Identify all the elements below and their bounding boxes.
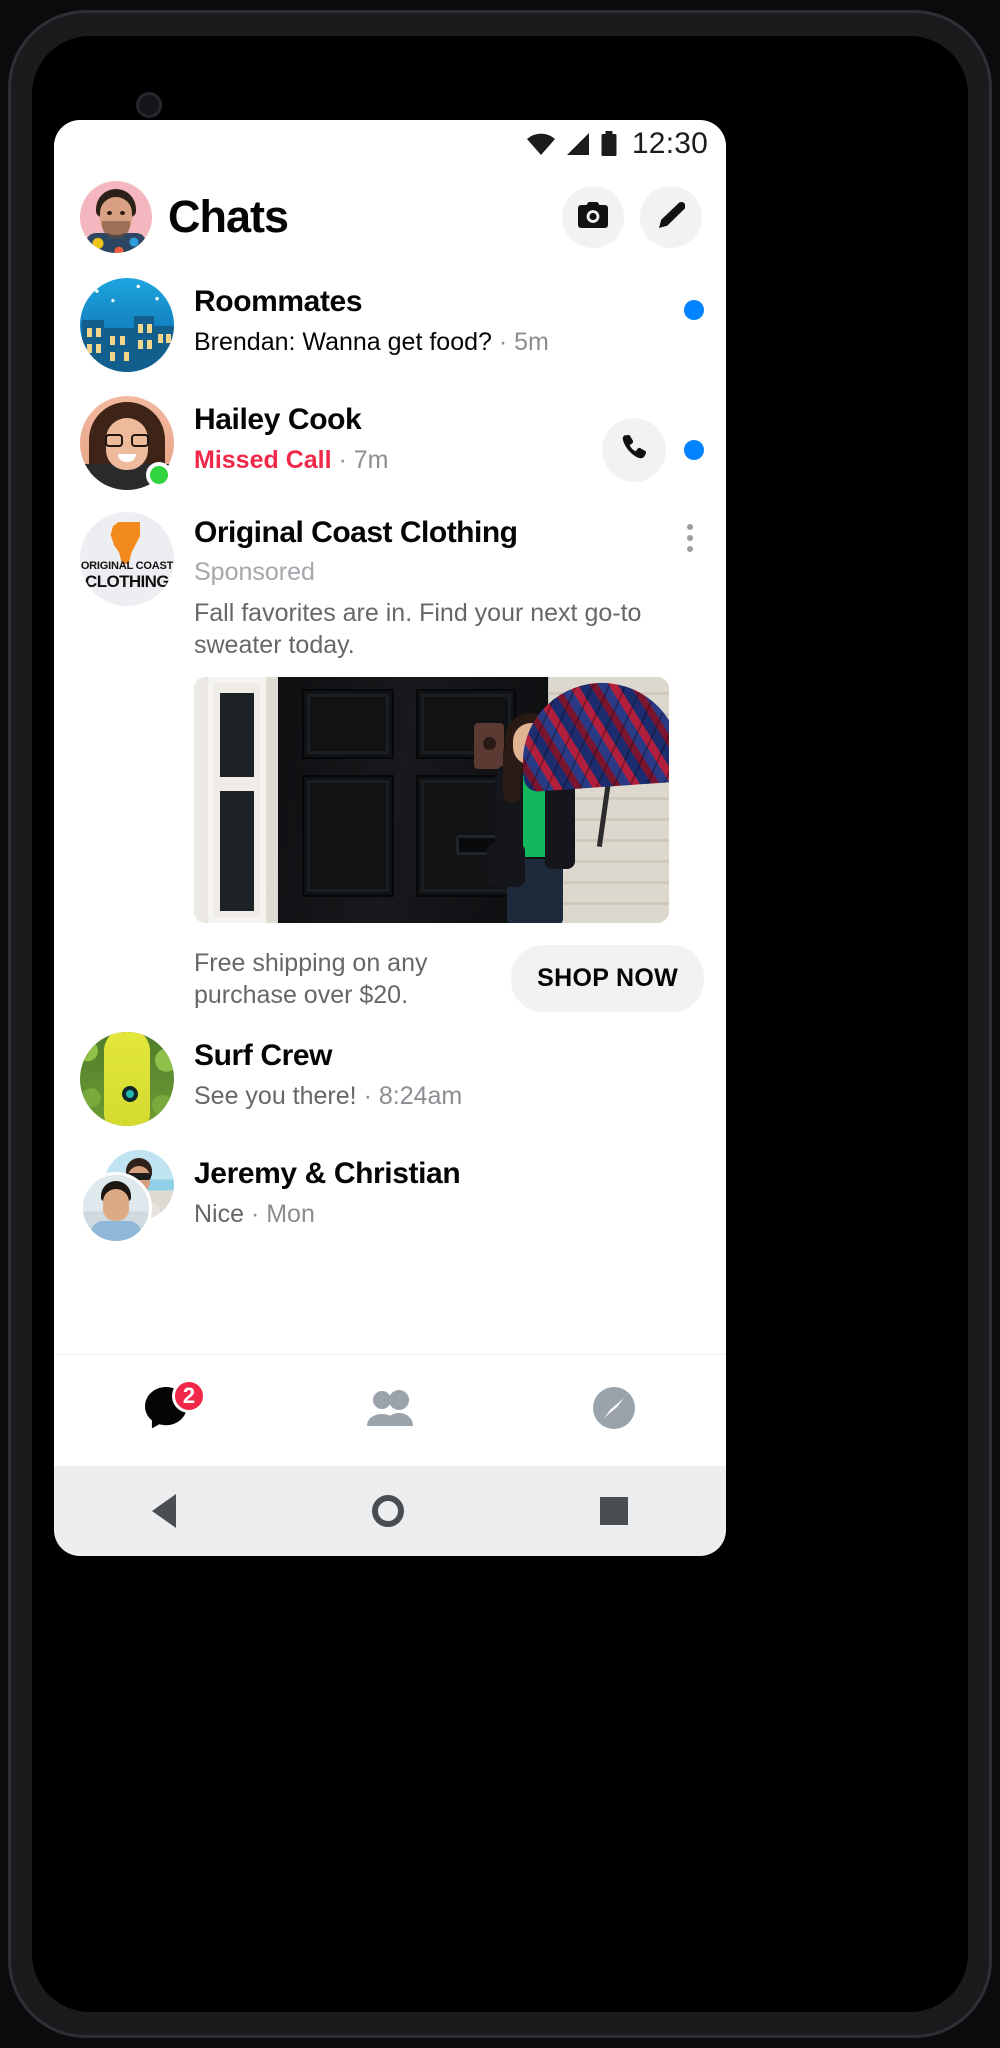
- front-camera-icon: [136, 92, 162, 118]
- home-button[interactable]: [372, 1495, 404, 1527]
- people-icon: [365, 1388, 415, 1433]
- logo-line2: CLOTHING: [85, 572, 170, 591]
- california-shape-icon: [110, 522, 140, 564]
- chat-snippet: Brendan: Wanna get food? · 5m: [194, 327, 664, 358]
- chat-body: Roommates Brendan: Wanna get food? · 5m: [194, 278, 664, 358]
- recents-button[interactable]: [600, 1497, 628, 1525]
- shop-now-button[interactable]: SHOP NOW: [511, 945, 704, 1012]
- phone-screen: 12:30 Chats Roommates Brendan: Wanna get…: [54, 120, 726, 1466]
- ad-title-line: Original Coast Clothing: [194, 516, 704, 552]
- logo-line1: ORIGINAL COAST: [80, 560, 174, 572]
- snippet-separator: ·: [491, 328, 515, 356]
- chat-row-hailey-cook[interactable]: Hailey Cook Missed Call · 7m: [54, 384, 726, 502]
- list-fade: [54, 1332, 726, 1354]
- snippet-separator: ·: [331, 446, 354, 474]
- chat-name: Hailey Cook: [194, 403, 362, 436]
- phone-icon: [619, 433, 649, 468]
- ad-title: Original Coast Clothing: [194, 516, 518, 549]
- ad-body: Original Coast Clothing Sponsored Fall f…: [194, 512, 704, 1012]
- chats-unread-badge: 2: [172, 1379, 206, 1413]
- snippet-text: Nice: [194, 1200, 245, 1228]
- camera-icon: [578, 201, 608, 233]
- chat-snippet: See you there! · 8:24am: [194, 1081, 704, 1112]
- unread-dot: [684, 440, 704, 460]
- chat-row-actions: [602, 396, 704, 482]
- ad-options-icon[interactable]: [676, 516, 704, 552]
- ad-cta-text: Free shipping on any purchase over $20.: [194, 948, 428, 1009]
- chat-snippet: Nice · Mon: [194, 1199, 704, 1230]
- chat-time: 7m: [353, 446, 389, 474]
- chat-list: Roommates Brendan: Wanna get food? · 5m: [54, 266, 726, 1256]
- back-button[interactable]: [152, 1494, 176, 1528]
- compose-button[interactable]: [640, 186, 702, 248]
- discover-tab[interactable]: [502, 1355, 726, 1466]
- avatar: [80, 278, 174, 372]
- sponsored-label: Sponsored: [194, 558, 315, 586]
- chat-name: Surf Crew: [194, 1039, 333, 1072]
- compose-icon: [657, 201, 686, 234]
- ad-copy: Fall favorites are in. Find your next go…: [194, 599, 642, 659]
- page-title: Chats: [168, 191, 289, 242]
- chat-name: Jeremy & Christian: [194, 1157, 461, 1190]
- chat-time: 8:24am: [378, 1082, 463, 1110]
- chat-row-actions: [684, 278, 704, 320]
- chat-name: Roommates: [194, 285, 363, 318]
- missed-call-label: Missed Call: [194, 446, 332, 474]
- avatar-wrap: ORIGINAL COAST CLOTHING: [80, 512, 174, 1012]
- people-tab[interactable]: [278, 1355, 502, 1466]
- battery-icon: [600, 131, 618, 157]
- chat-row-jeremy-christian[interactable]: Jeremy & Christian Nice · Mon: [54, 1138, 726, 1256]
- android-navigation-bar: [54, 1466, 726, 1556]
- chat-time: 5m: [514, 328, 549, 356]
- snippet-separator: ·: [244, 1200, 267, 1228]
- avatar[interactable]: [80, 181, 152, 253]
- phone-body: 12:30 Chats Roommates Brendan: Wanna get…: [8, 10, 992, 2038]
- chat-body: Jeremy & Christian Nice · Mon: [194, 1150, 704, 1230]
- chat-row-roommates[interactable]: Roommates Brendan: Wanna get food? · 5m: [54, 266, 726, 384]
- ad-cta-row: Free shipping on any purchase over $20. …: [194, 945, 704, 1012]
- snippet-text: See you there!: [194, 1082, 357, 1110]
- unread-dot: [684, 300, 704, 320]
- phone-frame: 12:30 Chats Roommates Brendan: Wanna get…: [0, 0, 1000, 2048]
- bottom-nav: 2: [54, 1354, 726, 1466]
- chat-body: Surf Crew See you there! · 8:24am: [194, 1032, 704, 1112]
- sponsored-ad[interactable]: ORIGINAL COAST CLOTHING Original Coast C…: [54, 502, 726, 1020]
- camera-button[interactable]: [562, 186, 624, 248]
- ad-image[interactable]: [194, 677, 669, 923]
- online-status-dot: [146, 462, 172, 488]
- advertiser-logo: ORIGINAL COAST CLOTHING: [80, 512, 174, 606]
- chat-snippet: Missed Call · 7m: [194, 445, 582, 476]
- wifi-icon: [526, 132, 556, 156]
- cellular-signal-icon: [565, 132, 591, 156]
- chat-time: Mon: [266, 1200, 315, 1228]
- chats-tab[interactable]: 2: [54, 1355, 278, 1466]
- snippet-text: Brendan: Wanna get food?: [194, 328, 492, 356]
- status-time: 12:30: [631, 127, 708, 160]
- avatar-wrap: [80, 1150, 174, 1244]
- app-header: Chats: [54, 168, 726, 266]
- avatar: [80, 1032, 174, 1126]
- compass-icon: [591, 1385, 637, 1436]
- avatar-wrap: [80, 1032, 174, 1126]
- chat-row-surf-crew[interactable]: Surf Crew See you there! · 8:24am: [54, 1020, 726, 1138]
- avatar-wrap: [80, 278, 174, 372]
- avatar-wrap: [80, 396, 174, 490]
- avatar: [80, 1150, 174, 1244]
- call-button[interactable]: [602, 418, 666, 482]
- chat-body: Hailey Cook Missed Call · 7m: [194, 396, 582, 476]
- status-bar: 12:30: [54, 120, 726, 168]
- snippet-separator: ·: [356, 1082, 379, 1110]
